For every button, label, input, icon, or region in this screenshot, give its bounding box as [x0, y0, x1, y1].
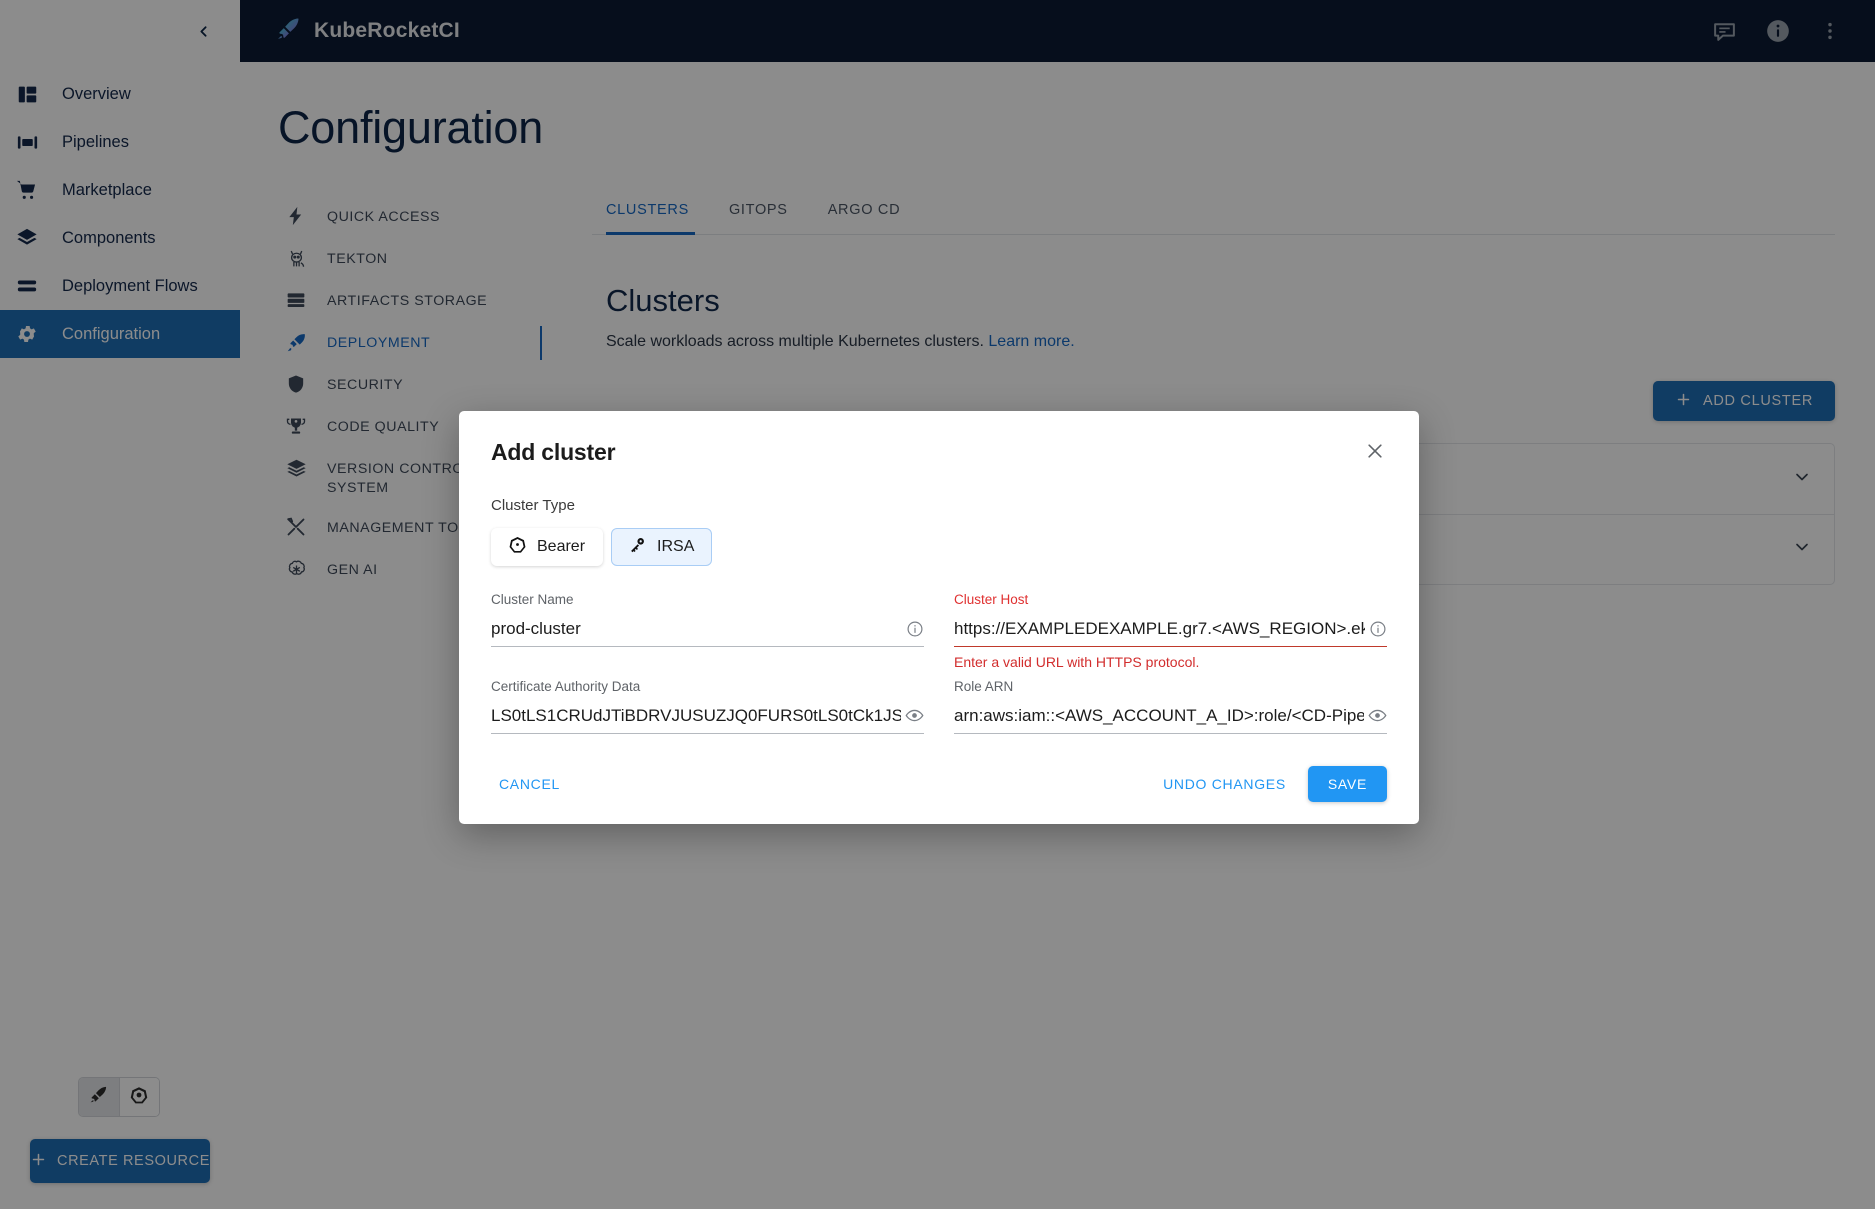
certificate-authority-data-input[interactable] — [491, 705, 901, 726]
key-icon — [629, 536, 646, 558]
field-certificate-authority-data: Certificate Authority Data — [491, 679, 924, 740]
dialog-header: Add cluster — [491, 439, 1387, 468]
field-label: Cluster Name — [491, 592, 574, 607]
field-label: Role ARN — [954, 679, 1014, 694]
save-button[interactable]: SAVE — [1307, 766, 1387, 802]
app-root: Overview Pipelines Marketplace Component… — [0, 0, 1875, 1209]
field-cluster-host: Cluster Host Enter a valid URL with HTTP… — [954, 592, 1387, 679]
cancel-button[interactable]: CANCEL — [491, 768, 568, 800]
input-wrapper — [491, 611, 924, 647]
info-outline-icon[interactable] — [902, 620, 924, 638]
close-icon — [1365, 444, 1385, 465]
add-cluster-dialog: Add cluster Cluster Type Bearer IRSA Clu… — [459, 411, 1419, 824]
dialog-title: Add cluster — [491, 439, 616, 465]
dialog-actions: CANCEL UNDO CHANGES SAVE — [491, 766, 1387, 802]
undo-changes-button[interactable]: UNDO CHANGES — [1155, 768, 1294, 800]
dialog-primary-actions: UNDO CHANGES SAVE — [1155, 766, 1387, 802]
eye-icon[interactable] — [1364, 706, 1387, 725]
kubernetes-icon — [509, 536, 526, 558]
role-arn-input[interactable] — [954, 705, 1364, 726]
input-wrapper — [491, 698, 924, 734]
cluster-type-irsa-button[interactable]: IRSA — [611, 528, 713, 566]
info-outline-icon[interactable] — [1365, 620, 1387, 638]
cluster-type-label-text: IRSA — [657, 538, 695, 555]
cluster-type-label-text: Bearer — [537, 538, 586, 555]
cluster-host-input[interactable] — [954, 618, 1365, 639]
cluster-host-error-text: Enter a valid URL with HTTPS protocol. — [954, 654, 1200, 670]
eye-icon[interactable] — [901, 706, 924, 725]
field-spacer — [491, 647, 924, 673]
cluster-type-block: Cluster Type Bearer IRSA — [491, 497, 1387, 566]
input-wrapper — [954, 698, 1387, 734]
cluster-type-toggle-group: Bearer IRSA — [491, 528, 1387, 566]
cluster-type-label: Cluster Type — [491, 497, 575, 514]
field-cluster-name: Cluster Name — [491, 592, 924, 679]
cluster-type-bearer-button[interactable]: Bearer — [491, 528, 604, 566]
field-role-arn: Role ARN — [954, 679, 1387, 740]
field-label: Cluster Host — [954, 592, 1029, 607]
input-wrapper — [954, 611, 1387, 647]
cluster-name-input[interactable] — [491, 618, 902, 639]
field-label: Certificate Authority Data — [491, 679, 641, 694]
close-button[interactable] — [1363, 439, 1387, 468]
cluster-form: Cluster Name Cluster Host — [491, 592, 1387, 740]
